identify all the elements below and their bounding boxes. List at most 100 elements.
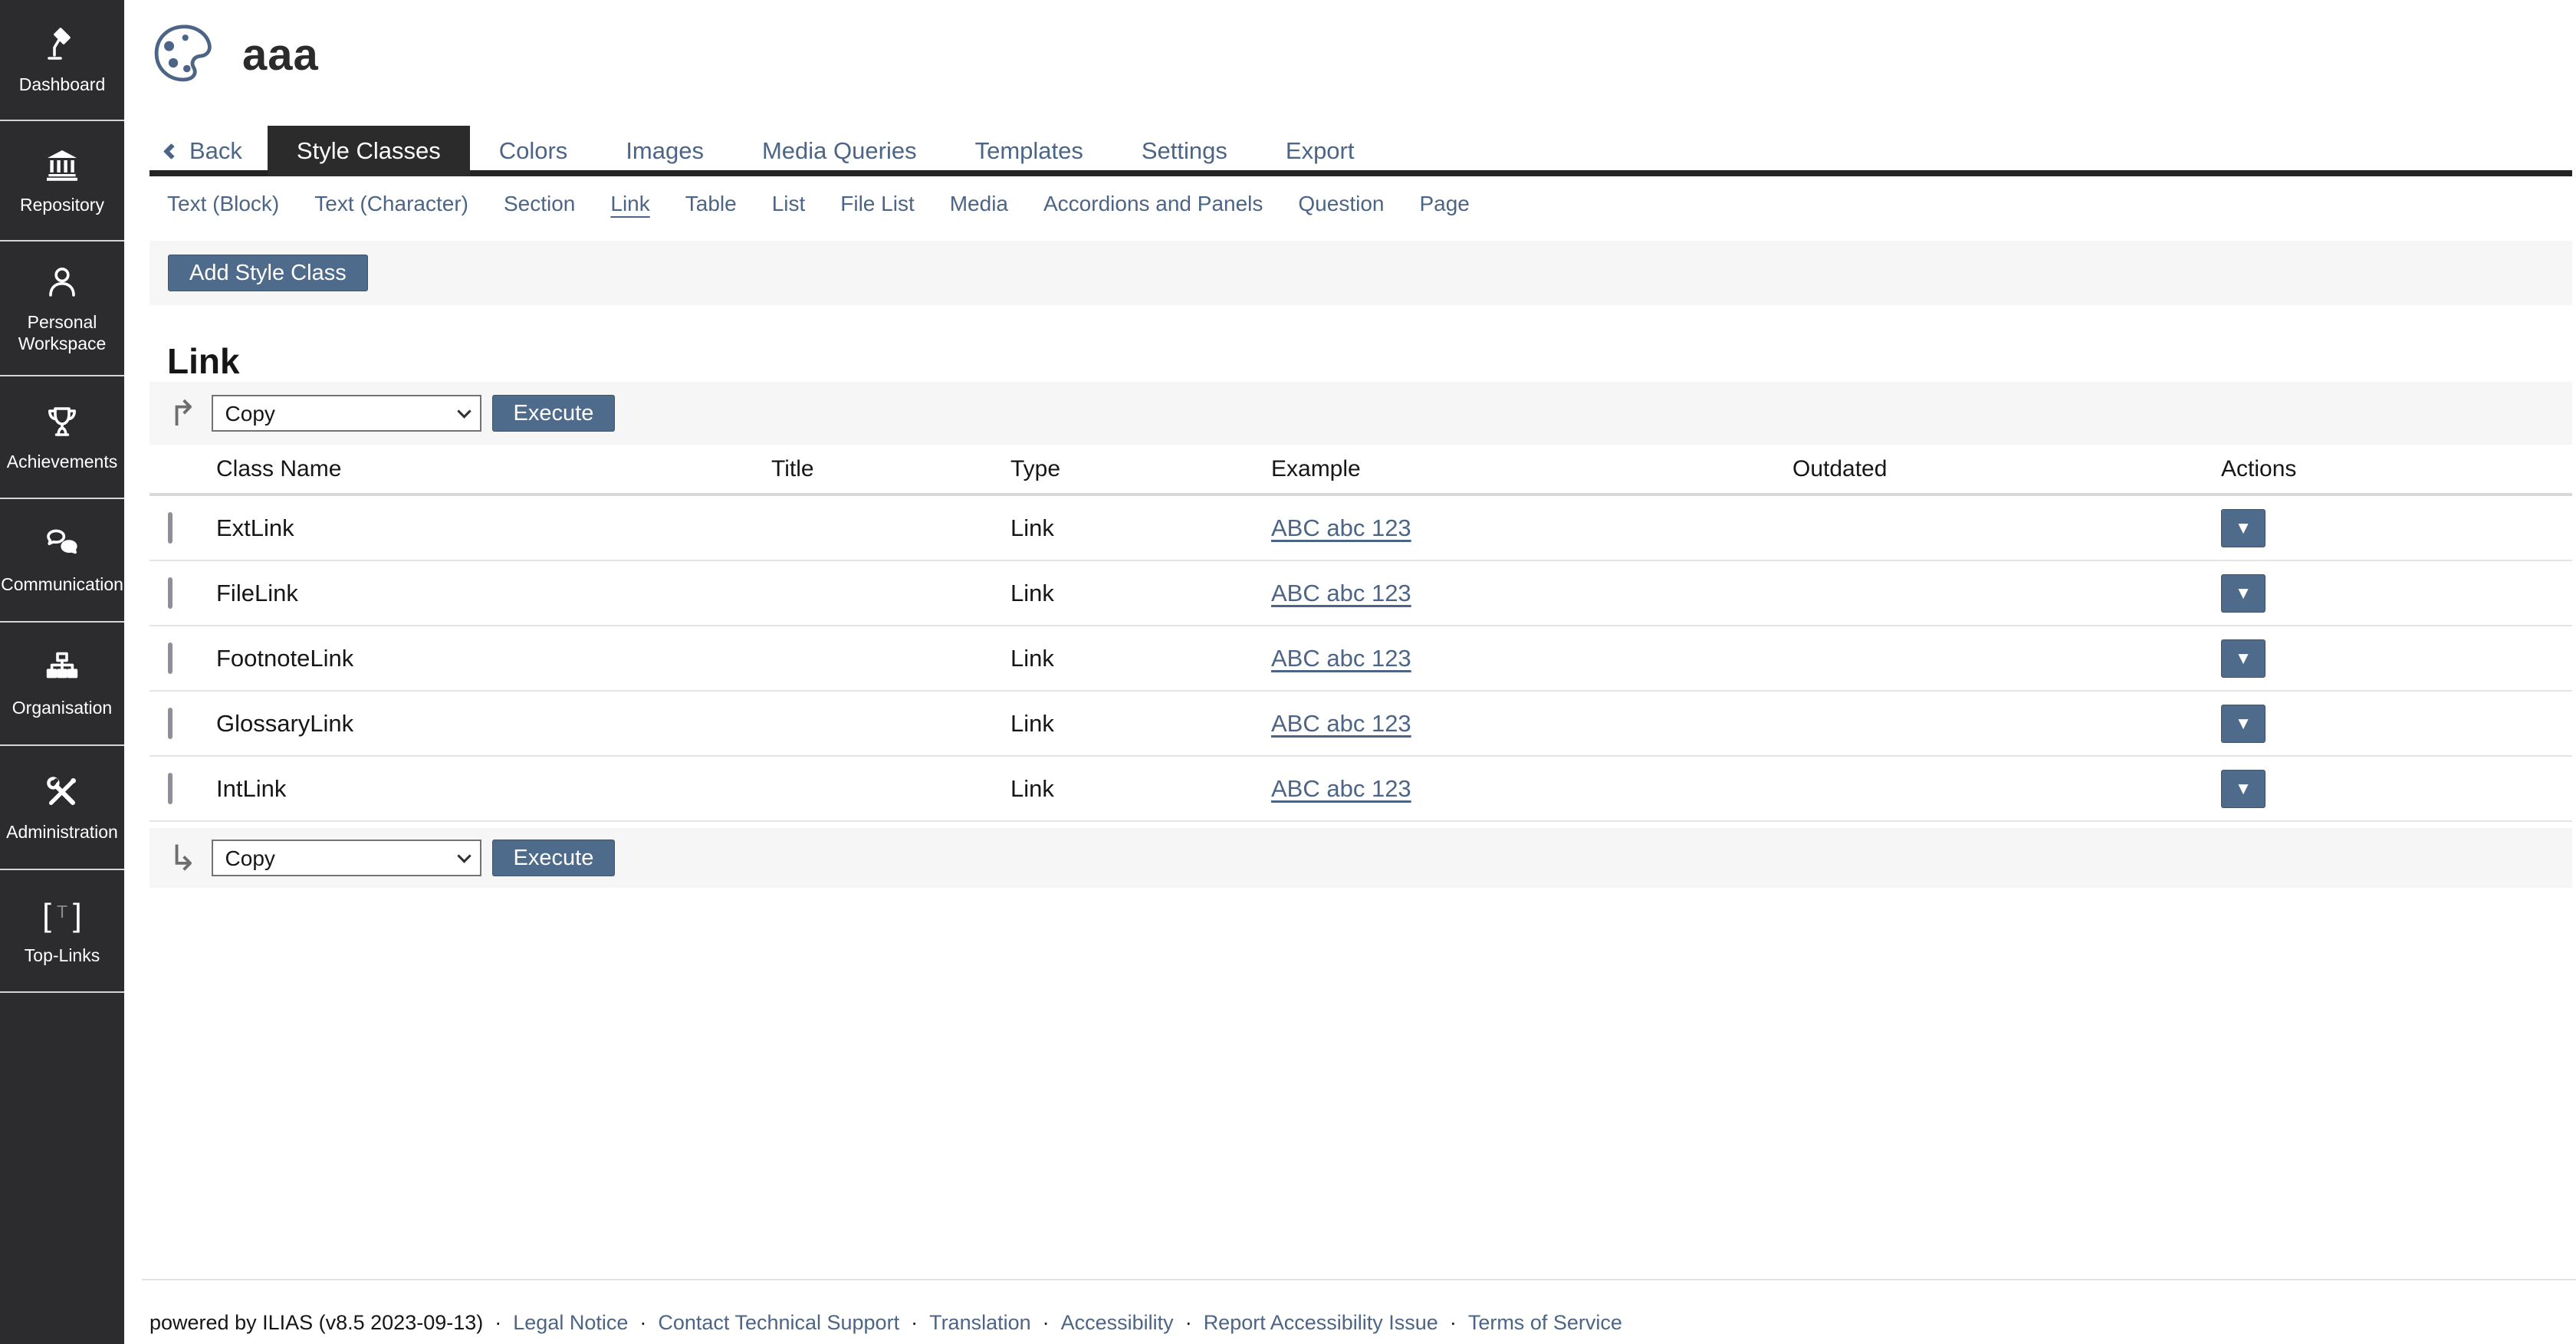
cell-class-name: FileLink	[216, 580, 771, 607]
tab-colors[interactable]: Colors	[470, 126, 597, 176]
subtab-section[interactable]: Section	[486, 192, 593, 216]
table-header-row: Class Name Title Type Example Outdated A…	[150, 445, 2572, 496]
row-actions-dropdown-button[interactable]: ▼	[2221, 639, 2266, 678]
example-link[interactable]: ABC abc 123	[1271, 580, 1411, 606]
example-link[interactable]: ABC abc 123	[1271, 775, 1411, 802]
execute-button-bottom[interactable]: Execute	[492, 840, 616, 876]
row-checkbox[interactable]	[168, 577, 172, 609]
tab-export[interactable]: Export	[1257, 126, 1384, 176]
subtab-list[interactable]: List	[754, 192, 823, 216]
footer-link-contact-technical-support[interactable]: Contact Technical Support	[658, 1311, 899, 1335]
caret-down-icon: ▼	[2238, 521, 2248, 536]
bulk-action-bar-top: ↱ Copy Execute	[150, 382, 2572, 445]
footer-link-terms-of-service[interactable]: Terms of Service	[1468, 1311, 1622, 1335]
footer-link-legal-notice[interactable]: Legal Notice	[513, 1311, 628, 1335]
caret-down-icon: ▼	[2238, 651, 2248, 666]
sidebar-item-repository[interactable]: Repository	[0, 121, 124, 242]
sidebar-item-label: Top-Links	[25, 945, 100, 966]
table-row: FootnoteLink Link ABC abc 123 ▼	[150, 626, 2572, 692]
section-heading: Link	[167, 340, 240, 382]
sidebar-item-top-links[interactable]: [T] Top-Links	[0, 870, 124, 993]
example-link[interactable]: ABC abc 123	[1271, 645, 1411, 672]
branch-arrow-down-icon: ↳	[168, 840, 198, 876]
tab-style-classes[interactable]: Style Classes	[268, 126, 470, 176]
subtab-file-list[interactable]: File List	[823, 192, 932, 216]
tabbar: Back Style Classes Colors Images Media Q…	[124, 126, 2576, 176]
lamp-icon	[44, 25, 80, 64]
table-row: IntLink Link ABC abc 123 ▼	[150, 757, 2572, 822]
sidebar-item-label: Personal Workspace	[5, 311, 120, 354]
execute-button-top[interactable]: Execute	[492, 395, 616, 432]
example-link[interactable]: ABC abc 123	[1271, 514, 1411, 541]
tab-settings[interactable]: Settings	[1112, 126, 1257, 176]
footer-link-report-accessibility-issue[interactable]: Report Accessibility Issue	[1204, 1311, 1438, 1335]
row-actions-dropdown-button[interactable]: ▼	[2221, 574, 2266, 613]
bulk-action-select-top[interactable]: Copy	[212, 395, 481, 432]
brackets-icon: [T]	[42, 895, 81, 935]
example-link[interactable]: ABC abc 123	[1271, 710, 1411, 737]
page-footer: powered by ILIAS (v8.5 2023-09-13) · Leg…	[142, 1279, 2576, 1335]
sidebar-item-dashboard[interactable]: Dashboard	[0, 0, 124, 121]
chevron-left-icon	[163, 143, 179, 159]
subtab-accordions-and-panels[interactable]: Accordions and Panels	[1026, 192, 1280, 216]
subtab-question[interactable]: Question	[1280, 192, 1401, 216]
cell-class-name: IntLink	[216, 775, 771, 803]
header-type: Type	[1010, 456, 1271, 482]
tab-templates[interactable]: Templates	[946, 126, 1112, 176]
tools-icon	[44, 772, 80, 812]
cell-class-name: ExtLink	[216, 514, 771, 542]
header-example: Example	[1271, 456, 1792, 482]
bulk-action-select-bottom[interactable]: Copy	[212, 840, 481, 876]
sidebar-item-organisation[interactable]: Organisation	[0, 623, 124, 746]
bulk-action-bar-bottom: ↳ Copy Execute	[150, 828, 2572, 888]
header-class-name: Class Name	[216, 456, 771, 482]
sidebar-item-communication[interactable]: Communication	[0, 499, 124, 623]
bank-icon	[44, 145, 80, 185]
row-checkbox[interactable]	[168, 708, 172, 739]
subtab-table[interactable]: Table	[668, 192, 754, 216]
row-checkbox[interactable]	[168, 773, 172, 804]
orgchart-icon	[44, 648, 80, 688]
tab-back-label: Back	[189, 137, 242, 165]
subtab-text-character[interactable]: Text (Character)	[297, 192, 486, 216]
add-style-class-button[interactable]: Add Style Class	[168, 255, 368, 291]
tab-back[interactable]: Back	[150, 126, 268, 176]
row-checkbox[interactable]	[168, 512, 172, 544]
caret-down-icon: ▼	[2238, 781, 2248, 797]
row-actions-dropdown-button[interactable]: ▼	[2221, 509, 2266, 547]
cell-type: Link	[1010, 645, 1271, 672]
subtab-media[interactable]: Media	[932, 192, 1026, 216]
subtab-link[interactable]: Link	[593, 192, 667, 216]
subtabs: Text (Block) Text (Character) Section Li…	[150, 187, 1487, 221]
sidebar-item-label: Organisation	[12, 697, 112, 718]
toolbar: Add Style Class	[150, 241, 2572, 305]
sidebar-item-label: Administration	[6, 821, 118, 843]
main-sidebar: Dashboard Repository Personal Workspace	[0, 0, 124, 1344]
table-row: ExtLink Link ABC abc 123 ▼	[150, 496, 2572, 561]
cell-type: Link	[1010, 580, 1271, 607]
page-title: aaa	[242, 29, 319, 81]
subtab-text-block[interactable]: Text (Block)	[150, 192, 297, 216]
cell-class-name: GlossaryLink	[216, 710, 771, 738]
sidebar-item-label: Dashboard	[19, 74, 106, 95]
sidebar-item-administration[interactable]: Administration	[0, 746, 124, 870]
subtab-page[interactable]: Page	[1401, 192, 1487, 216]
row-checkbox[interactable]	[168, 642, 172, 674]
main-content: aaa Back Style Classes Colors Images Med…	[124, 0, 2576, 1344]
footer-link-translation[interactable]: Translation	[929, 1311, 1031, 1335]
chat-icon	[44, 524, 80, 564]
sidebar-item-personal-workspace[interactable]: Personal Workspace	[0, 242, 124, 376]
row-actions-dropdown-button[interactable]: ▼	[2221, 770, 2266, 808]
tab-images[interactable]: Images	[596, 126, 733, 176]
page-header: aaa	[152, 21, 319, 88]
table-row: FileLink Link ABC abc 123 ▼	[150, 561, 2572, 626]
style-class-table: Class Name Title Type Example Outdated A…	[150, 445, 2572, 822]
palette-icon	[152, 21, 215, 88]
header-outdated: Outdated	[1792, 456, 2221, 482]
cell-class-name: FootnoteLink	[216, 645, 771, 672]
row-actions-dropdown-button[interactable]: ▼	[2221, 705, 2266, 743]
sidebar-item-achievements[interactable]: Achievements	[0, 376, 124, 499]
tab-media-queries[interactable]: Media Queries	[733, 126, 946, 176]
footer-link-accessibility[interactable]: Accessibility	[1061, 1311, 1174, 1335]
header-actions: Actions	[2221, 456, 2572, 482]
